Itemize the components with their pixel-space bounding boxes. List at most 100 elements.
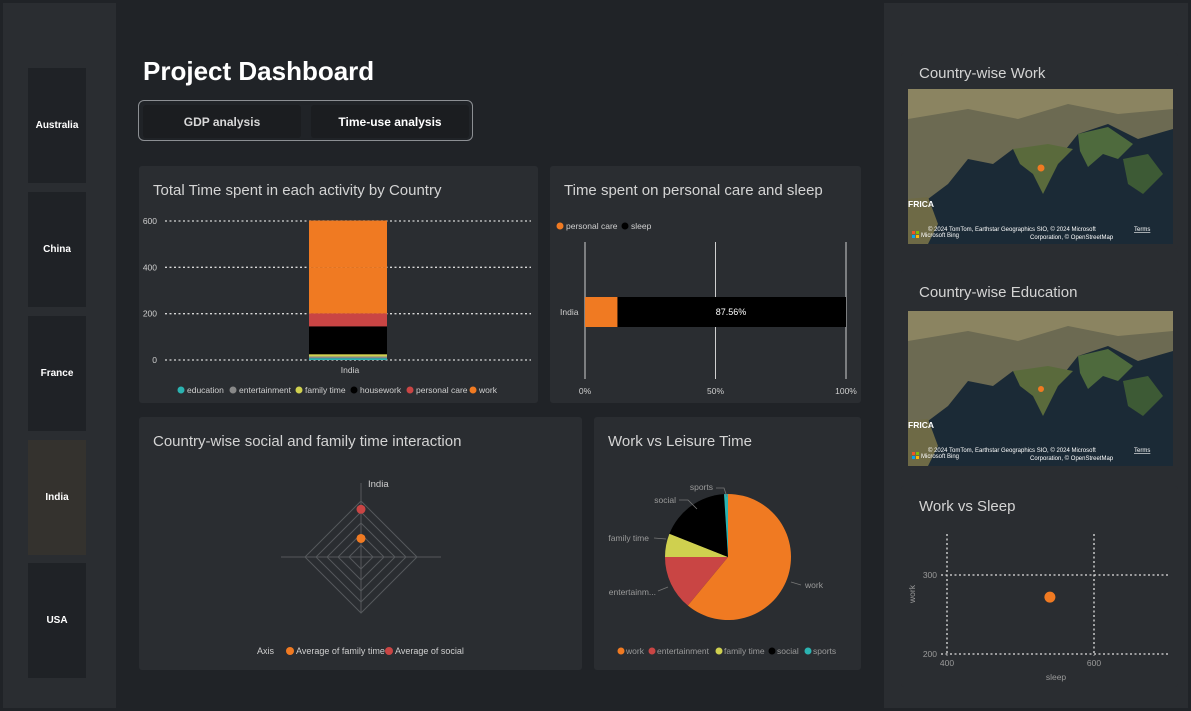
- slicer-item-france[interactable]: France: [28, 316, 86, 431]
- svg-text:sports: sports: [813, 646, 836, 656]
- tab-bar: GDP analysis Time-use analysis: [138, 100, 473, 141]
- map-region-label: FRICA: [908, 420, 934, 430]
- legend-marker: [295, 386, 303, 394]
- stacked-activity-chart: 0 200 400 600 India education entertainment f…: [143, 216, 531, 395]
- map-attribution-line1: © 2024 TomTom, Earthstar Geographics SIO…: [928, 447, 1096, 454]
- map-attribution-line2: Corporation, © OpenStreetMap: [1030, 455, 1114, 462]
- legend-label: family time: [305, 385, 346, 395]
- y-tick-label: 400: [143, 262, 157, 272]
- radar-point-family-time[interactable]: [356, 533, 366, 543]
- y-tick-label: 0: [152, 355, 157, 365]
- pie-label-work: work: [804, 580, 824, 590]
- tab-gdp-analysis[interactable]: GDP analysis: [143, 105, 301, 138]
- pie-label-entertainment: entertainm...: [609, 587, 656, 597]
- radar-grid: [281, 483, 441, 614]
- map-terms-link[interactable]: Terms: [1134, 227, 1150, 233]
- map-title: Country-wise Education: [919, 284, 1078, 301]
- bar-segment-housework[interactable]: [309, 326, 387, 355]
- care-sleep-chart-card[interactable]: Time spent on personal care and sleep pe…: [550, 166, 861, 403]
- work-sleep-scatter: 300 200 400 600 sleep work: [907, 534, 1169, 682]
- pie-chart-card[interactable]: Work vs Leisure Time sports social famil…: [594, 417, 861, 670]
- map-title: Country-wise Work: [919, 65, 1046, 82]
- pie-label-social: social: [654, 495, 676, 505]
- legend-label: housework: [360, 385, 402, 395]
- legend-marker-family-time: [286, 647, 294, 655]
- x-axis-label: sleep: [1046, 672, 1067, 682]
- x-tick-label: 50%: [707, 386, 724, 396]
- legend-label-personal-care: personal care: [566, 221, 618, 231]
- legend-label: education: [187, 385, 224, 395]
- radar-point-social[interactable]: [356, 504, 366, 514]
- x-tick-label: 600: [1087, 658, 1101, 668]
- map-attribution-line2: Corporation, © OpenStreetMap: [1030, 234, 1114, 241]
- radar-axis-label: India: [368, 479, 389, 490]
- y-tick-label: 600: [143, 216, 157, 226]
- svg-text:social: social: [777, 646, 799, 656]
- map-education[interactable]: FRICA Microsoft Bing © 2024 TomTom, Eart…: [908, 311, 1173, 466]
- map-brand: Microsoft Bing: [921, 233, 959, 239]
- map-region-label: FRICA: [908, 199, 934, 209]
- radar-chart: India Axis Average of family time Averag…: [257, 479, 464, 656]
- scatter-card-work-sleep[interactable]: Work vs Sleep 300 200 400 600 sleep work: [901, 486, 1178, 687]
- dashboard-root: Australia China France India USA Project…: [0, 0, 1191, 711]
- legend-marker: [229, 386, 237, 394]
- legend-label: work: [478, 385, 498, 395]
- legend-marker: [177, 386, 185, 394]
- bar-segment-family-time[interactable]: [309, 354, 387, 357]
- legend-label-sleep: sleep: [631, 221, 652, 231]
- svg-text:work: work: [625, 646, 645, 656]
- bar-segment-entertainment[interactable]: [309, 356, 387, 359]
- legend-label: personal care: [416, 385, 468, 395]
- pie-label-sports: sports: [690, 482, 713, 492]
- data-label: 87.56%: [716, 307, 747, 317]
- satellite-map: FRICA Microsoft Bing © 2024 TomTom, Eart…: [908, 89, 1173, 244]
- x-tick-label: India: [341, 365, 360, 375]
- legend-label-social: Average of social: [395, 646, 464, 656]
- care-sleep-chart: personal care sleep 0% 50% 100% India 87.5…: [556, 221, 857, 396]
- slicer-item-usa[interactable]: USA: [28, 563, 86, 678]
- bar-segment-personal-care[interactable]: [585, 297, 618, 327]
- x-tick-label: 100%: [835, 386, 857, 396]
- map-marker-india[interactable]: [1037, 164, 1045, 172]
- legend-label-family-time: Average of family time: [296, 646, 385, 656]
- legend-marker: [350, 386, 358, 394]
- chart-legend: education entertainment family time housewo…: [177, 385, 498, 395]
- bar-segment-personal-care[interactable]: [309, 313, 387, 327]
- legend-marker-personal-care: [556, 222, 564, 230]
- map-attribution-line1: © 2024 TomTom, Earthstar Geographics SIO…: [928, 226, 1096, 233]
- scatter-point[interactable]: [1044, 591, 1056, 603]
- tab-time-use-analysis[interactable]: Time-use analysis: [311, 105, 469, 138]
- svg-text:entertainment: entertainment: [657, 646, 710, 656]
- work-leisure-pie: sports social family time entertainm... …: [608, 482, 836, 656]
- legend-marker-sleep: [621, 222, 629, 230]
- map-terms-link[interactable]: Terms: [1134, 448, 1150, 454]
- pie-legend: work entertainment family time social sp…: [617, 646, 836, 656]
- map-brand: Microsoft Bing: [921, 454, 959, 460]
- y-axis-label: work: [907, 584, 917, 604]
- bar-segment-work-upper[interactable]: [309, 220, 387, 268]
- legend-axis-label: Axis: [257, 646, 275, 656]
- y-tick-label: 200: [923, 649, 937, 659]
- x-tick-label: 400: [940, 658, 954, 668]
- page-title: Project Dashboard: [143, 56, 375, 86]
- svg-text:family time: family time: [724, 646, 765, 656]
- slicer-item-australia[interactable]: Australia: [28, 68, 86, 183]
- legend-marker: [469, 386, 477, 394]
- bar-segment-work[interactable]: [309, 267, 387, 314]
- satellite-map: FRICA Microsoft Bing © 2024 TomTom, Eart…: [908, 311, 1173, 466]
- stacked-activity-chart-card[interactable]: Total Time spent in each activity by Cou…: [139, 166, 538, 403]
- y-tick-label: India: [560, 307, 579, 317]
- x-tick-label: 0%: [579, 386, 592, 396]
- legend-label: entertainment: [239, 385, 292, 395]
- legend-marker-social: [385, 647, 393, 655]
- map-work[interactable]: FRICA Microsoft Bing © 2024 TomTom, Eart…: [908, 89, 1173, 244]
- slicer-item-china[interactable]: China: [28, 192, 86, 307]
- slicer-item-india[interactable]: India: [28, 440, 86, 555]
- bar-segment-education[interactable]: [309, 358, 387, 360]
- pie-label-family-time: family time: [608, 533, 649, 543]
- radar-chart-card[interactable]: Country-wise social and family time inte…: [139, 417, 582, 670]
- y-tick-label: 200: [143, 309, 157, 319]
- y-tick-label: 300: [923, 570, 937, 580]
- map-marker-india[interactable]: [1038, 386, 1044, 392]
- legend-marker: [406, 386, 414, 394]
